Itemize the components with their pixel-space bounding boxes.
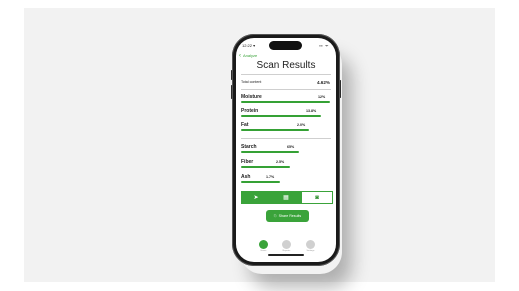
nutrient-bar-starch [241, 151, 299, 153]
tab-navigate[interactable]: ➤ [241, 191, 271, 204]
nutrient-bar-moisture [241, 101, 331, 103]
mode-tab-bar: ➤ ▦ ◙ [241, 191, 333, 204]
chevron-left-icon: ‹ [239, 52, 241, 59]
nutrient-value-moisture: 12% [318, 95, 326, 99]
section-divider [241, 138, 331, 139]
status-time: 12:22 ▾ [242, 43, 256, 48]
total-content-label: Total content [241, 80, 262, 84]
nutrient-bar-fiber [241, 166, 290, 168]
nutrient-value-starch: 65% [287, 145, 295, 149]
nutrient-label-protein: Protein [241, 108, 259, 114]
nav-home-label: Home [260, 250, 267, 252]
nutrient-label-starch: Starch [241, 144, 257, 150]
dynamic-island [269, 41, 302, 50]
nutrient-value-fiber: 2.5% [276, 160, 285, 164]
home-indicator [268, 254, 304, 256]
phone-power-button [340, 80, 341, 98]
nutrient-value-protein: 13.8% [306, 109, 317, 113]
nav-settings-icon[interactable] [306, 240, 315, 249]
back-label: Analyze [243, 53, 258, 58]
header-divider [241, 74, 331, 75]
nutrient-value-fat: 2.0% [297, 123, 306, 127]
nutrient-label-fiber: Fiber [241, 159, 254, 165]
status-icons: ▪▪ ᯤ [319, 43, 329, 48]
phone-side-button [231, 70, 232, 80]
share-results-button[interactable]: ⎋ Share Results [266, 210, 309, 222]
nutrient-label-fat: Fat [241, 122, 249, 128]
nav-settings-label: Settings [306, 250, 315, 252]
nutrient-label-moisture: Moisture [241, 94, 262, 100]
tab-calculator[interactable]: ▦ [271, 191, 301, 204]
calculator-icon: ▦ [283, 195, 289, 201]
back-button[interactable]: ‹ Analyze [239, 52, 258, 59]
summary-divider [241, 89, 331, 90]
share-icon: ⎋ [273, 214, 277, 218]
page-title: Scan Results [256, 60, 316, 71]
tab-camera[interactable]: ◙ [301, 191, 333, 204]
nav-reports-icon[interactable] [282, 240, 291, 249]
nutrient-label-ash: Ash [241, 174, 251, 180]
nav-reports-label: Reports [282, 250, 291, 252]
share-results-label: Share Results [278, 214, 302, 218]
phone-screen: 12:22 ▾ ▪▪ ᯤ ‹ Analyze Scan Results Tota… [236, 38, 336, 262]
nav-home-icon[interactable] [259, 240, 268, 249]
nutrient-bar-protein [241, 115, 322, 117]
navigation-arrow-icon: ➤ [253, 195, 259, 201]
camera-icon: ◙ [315, 194, 319, 201]
nutrient-value-ash: 1.7% [266, 175, 275, 179]
nutrient-bar-ash [241, 181, 280, 183]
total-content-value: 4.62% [316, 80, 330, 85]
nutrient-bar-fat [241, 129, 310, 131]
phone-side-button [231, 85, 232, 99]
